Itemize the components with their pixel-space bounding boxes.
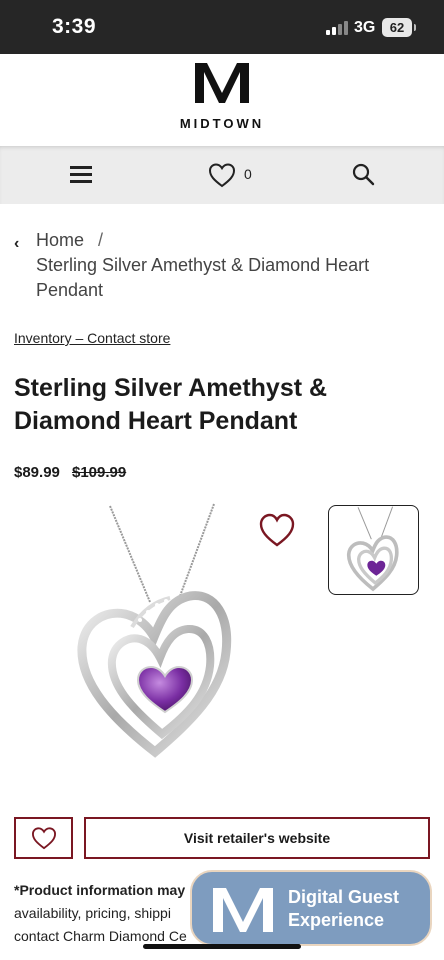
brand-logo-icon — [213, 888, 273, 932]
battery-icon: 62 — [382, 18, 416, 37]
breadcrumb-separator: / — [98, 230, 104, 250]
product-title: Sterling Silver Amethyst & Diamond Heart… — [14, 374, 328, 435]
thumbnail-image — [346, 506, 399, 592]
product-thumbnail[interactable] — [328, 505, 419, 595]
battery-level: 62 — [389, 20, 405, 35]
search-icon[interactable] — [351, 162, 375, 186]
status-time: 3:39 — [52, 15, 97, 38]
menu-icon[interactable] — [70, 166, 92, 184]
breadcrumb-home-link[interactable]: Home — [36, 228, 84, 253]
brand-name: MIDTOWN — [179, 116, 265, 131]
badge-text: Digital Guest Experience — [288, 886, 399, 932]
network-type: 3G — [354, 19, 376, 36]
add-to-wishlist-button[interactable] — [14, 817, 73, 859]
status-bar: 3:39 3G 62 — [0, 0, 444, 54]
original-price: $109.99 — [72, 464, 127, 481]
badge-line-1: Digital Guest — [288, 887, 400, 907]
inventory-contact-link[interactable]: Inventory – Contact store — [14, 330, 170, 346]
home-indicator[interactable] — [143, 944, 301, 949]
heart-icon[interactable] — [208, 162, 236, 188]
site-header: MIDTOWN — [0, 54, 444, 146]
visit-retailer-button[interactable]: Visit retailer's website — [84, 817, 430, 859]
wishlist-count: 0 — [244, 166, 252, 182]
digital-guest-experience-button[interactable]: Digital Guest Experience — [190, 870, 432, 946]
breadcrumb-current: Sterling Silver Amethyst & Diamond Heart… — [36, 255, 370, 300]
nav-bar: 0 — [0, 146, 444, 204]
chevron-left-icon[interactable]: ‹ — [14, 231, 19, 256]
signal-icon — [326, 21, 348, 35]
brand-logo-icon[interactable] — [0, 58, 444, 113]
heart-icon — [31, 827, 56, 850]
favorite-heart-icon[interactable] — [258, 512, 296, 548]
sale-price: $89.99 — [14, 464, 60, 481]
badge-line-2: Experience — [288, 910, 385, 930]
price-block: $89.99 $109.99 — [14, 464, 126, 481]
disclaimer-heading: *Product information may — [14, 882, 186, 898]
product-image[interactable] — [70, 502, 240, 764]
